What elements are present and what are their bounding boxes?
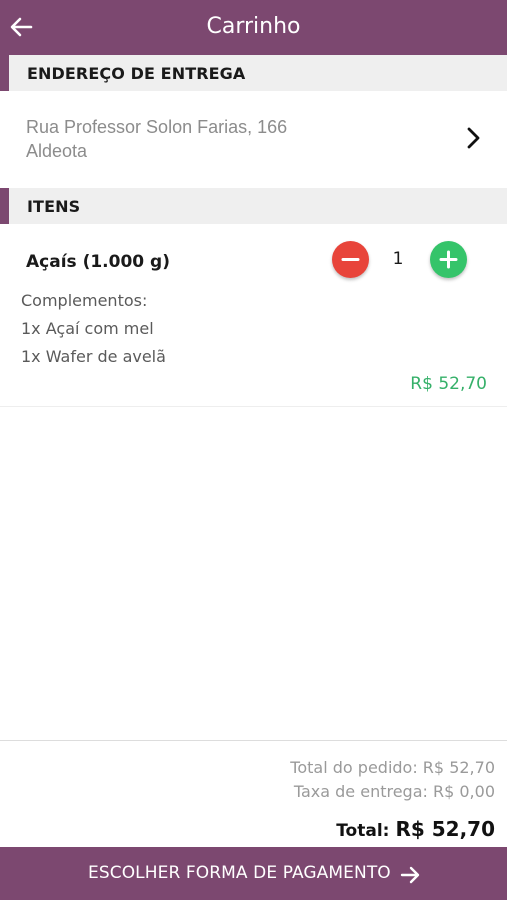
choose-payment-label: ESCOLHER FORMA DE PAGAMENTO (88, 863, 391, 883)
delivery-fee-line: Taxa de entrega: R$ 0,00 (293, 782, 495, 801)
plus-icon (439, 250, 458, 269)
increase-quantity-button[interactable] (430, 241, 467, 278)
choose-payment-button[interactable]: ESCOLHER FORMA DE PAGAMENTO (0, 847, 507, 900)
grand-total: Total: R$ 52,70 (336, 817, 495, 841)
total-label: Total: (336, 821, 390, 841)
address-neighborhood: Aldeota (26, 141, 88, 161)
address-street: Rua Professor Solon Farias, 166 (26, 117, 288, 137)
items-section-title: ITENS (27, 197, 81, 216)
item-name: Açaís (1.000 g) (26, 252, 170, 272)
address-section-title: ENDEREÇO DE ENTREGA (27, 64, 246, 83)
order-total-line: Total do pedido: R$ 52,70 (290, 758, 495, 777)
order-summary: Total do pedido: R$ 52,70 Taxa de entreg… (0, 740, 507, 847)
decrease-quantity-button[interactable] (332, 241, 369, 278)
cart-item: Açaís (1.000 g) 1 Complementos: 1x Açaí … (0, 224, 507, 407)
top-bar: Carrinho (0, 0, 507, 55)
items-section-header: ITENS (0, 188, 507, 224)
arrow-right-icon (400, 866, 420, 884)
complements-heading: Complementos: (21, 291, 148, 310)
total-value: R$ 52,70 (395, 817, 495, 841)
item-quantity: 1 (392, 249, 404, 269)
section-accent-bar (0, 188, 9, 224)
delivery-address-row[interactable]: Rua Professor Solon Farias, 166 Aldeota (0, 91, 507, 188)
chevron-right-icon[interactable] (462, 126, 484, 150)
address-section-header: ENDEREÇO DE ENTREGA (0, 55, 507, 91)
item-price: R$ 52,70 (410, 374, 487, 394)
minus-icon (341, 258, 360, 261)
complement-item: 1x Açaí com mel (21, 319, 154, 338)
section-accent-bar (0, 55, 9, 91)
complement-item: 1x Wafer de avelã (21, 347, 166, 366)
page-title: Carrinho (206, 14, 301, 39)
